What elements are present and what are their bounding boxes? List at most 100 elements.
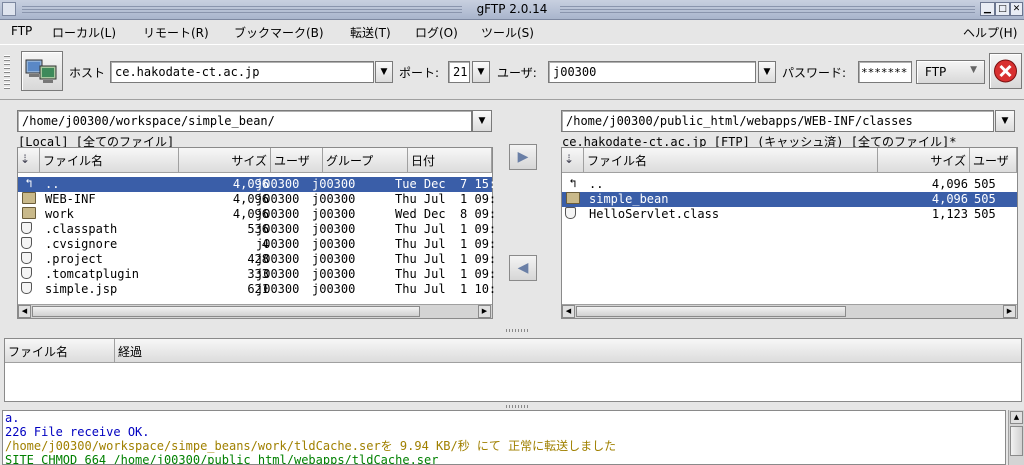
- remote-col-size[interactable]: サイズ: [878, 148, 970, 173]
- local-col-name[interactable]: ファイル名: [40, 148, 179, 173]
- local-hscrollbar[interactable]: ◀ ▶: [18, 304, 492, 318]
- menu-help[interactable]: ヘルプ(H): [963, 24, 1017, 41]
- host-input[interactable]: ce.hakodate-ct.ac.jp: [110, 61, 374, 83]
- log-line: a.: [5, 411, 20, 425]
- remote-file-row[interactable]: ↰ .. 4,096 505: [562, 177, 1017, 192]
- local-file-row[interactable]: WEB-INF 4,096 j00300 j00300 Thu Jul 1 09…: [18, 192, 496, 207]
- menu-tools[interactable]: ツール(S): [481, 24, 534, 41]
- remote-path-input[interactable]: /home/j00300/public_html/webapps/WEB-INF…: [561, 110, 994, 132]
- scroll-left-icon[interactable]: ◀: [562, 305, 575, 318]
- file-group: j00300: [312, 207, 356, 221]
- file-date: Thu Jul 1 09:: [395, 252, 497, 266]
- scroll-left-icon[interactable]: ◀: [18, 305, 31, 318]
- title-bar[interactable]: gFTP 2.0.14 ▁ □ ✕: [0, 0, 1024, 20]
- file-date: Wed Dec 8 09:: [395, 207, 497, 221]
- maximize-icon[interactable]: □: [995, 2, 1010, 16]
- folder-icon: [22, 192, 36, 204]
- local-file-row[interactable]: .classpath 536 j00300 j00300 Thu Jul 1 0…: [18, 222, 496, 237]
- window-title: gFTP 2.0.14: [476, 2, 548, 16]
- remote-col-user[interactable]: ユーザ: [970, 148, 1017, 173]
- user-dropdown-icon[interactable]: ▼: [758, 61, 776, 83]
- log-splitter-grip[interactable]: [506, 405, 530, 408]
- local-file-row[interactable]: work 4,096 j00300 j00300 Wed Dec 8 09:: [18, 207, 496, 222]
- local-scroll-thumb[interactable]: [32, 306, 420, 317]
- password-input[interactable]: *******: [858, 61, 912, 83]
- menu-ftp[interactable]: FTP: [11, 24, 32, 38]
- log-scroll-thumb[interactable]: [1010, 426, 1023, 456]
- transfer-col-progress[interactable]: 経過: [115, 339, 1021, 363]
- file-user: j00300: [256, 222, 300, 236]
- file-user: j00300: [256, 237, 300, 251]
- file-name: simple_bean: [589, 192, 669, 206]
- user-input[interactable]: j00300: [548, 61, 756, 83]
- menu-remote[interactable]: リモート(R): [143, 24, 209, 41]
- file-date: Thu Jul 1 09:: [395, 267, 497, 281]
- file-size: 1,123: [931, 207, 968, 221]
- local-file-list: ⇣ ファイル名 サイズ ユーザ グループ 日付 ↰ .. 4,096 j0030…: [17, 147, 496, 319]
- close-window-icon[interactable]: ✕: [1010, 2, 1023, 16]
- up-dir-icon: ↰: [569, 176, 577, 190]
- scroll-up-icon[interactable]: ▲: [1010, 411, 1023, 424]
- local-file-row[interactable]: ↰ .. 4,096 j00300 j00300 Tue Dec 7 15:: [18, 176, 496, 192]
- port-dropdown-icon[interactable]: ▼: [472, 61, 490, 83]
- local-col-size[interactable]: サイズ: [179, 148, 271, 173]
- file-date: Thu Jul 1 09:: [395, 192, 497, 206]
- host-dropdown-icon[interactable]: ▼: [375, 61, 393, 83]
- menu-local[interactable]: ローカル(L): [52, 24, 116, 41]
- download-left-button[interactable]: ◀: [509, 255, 537, 281]
- file-date: Thu Jul 1 10:: [395, 282, 497, 296]
- local-file-row[interactable]: .cvsignore 4 j00300 j00300 Thu Jul 1 09:: [18, 237, 496, 252]
- scroll-right-icon[interactable]: ▶: [478, 305, 491, 318]
- pane-splitter-grip[interactable]: [506, 329, 530, 332]
- protocol-select[interactable]: FTP ▼: [916, 60, 985, 84]
- file-name: WEB-INF: [45, 192, 96, 206]
- file-date: Thu Jul 1 09:: [395, 237, 497, 251]
- remote-file-row[interactable]: HelloServlet.class 1,123 505: [562, 207, 1017, 222]
- transfer-col-filename[interactable]: ファイル名: [5, 339, 115, 363]
- remote-sort-icon[interactable]: ⇣: [562, 148, 584, 173]
- disconnect-button[interactable]: [989, 53, 1022, 89]
- local-file-row[interactable]: .project 428 j00300 j00300 Thu Jul 1 09:: [18, 252, 496, 267]
- file-user: 505: [974, 207, 996, 221]
- connect-button[interactable]: [21, 51, 63, 91]
- file-name: ..: [589, 177, 604, 191]
- file-user: j00300: [256, 207, 300, 221]
- remote-scroll-thumb[interactable]: [576, 306, 846, 317]
- local-col-user[interactable]: ユーザ: [271, 148, 323, 173]
- local-col-date[interactable]: 日付: [408, 148, 492, 173]
- remote-path-dropdown-icon[interactable]: ▼: [995, 110, 1015, 132]
- port-input[interactable]: 21: [448, 61, 470, 83]
- file-group: j00300: [312, 252, 356, 266]
- local-path-input[interactable]: /home/j00300/workspace/simple_bean/: [17, 110, 472, 132]
- local-col-group[interactable]: グループ: [323, 148, 408, 173]
- log-vscrollbar[interactable]: ▲: [1008, 410, 1024, 465]
- menu-log[interactable]: ログ(O): [415, 24, 458, 41]
- file-size: 4,096: [931, 192, 968, 206]
- file-group: j00300: [312, 177, 356, 191]
- remote-file-row[interactable]: simple_bean 4,096 505: [562, 192, 1017, 207]
- menu-transfer[interactable]: 転送(T): [350, 24, 391, 41]
- log-view[interactable]: a. 226 File receive OK. /home/j00300/wor…: [2, 410, 1006, 465]
- scroll-right-icon[interactable]: ▶: [1003, 305, 1016, 318]
- up-dir-icon: ↰: [25, 176, 33, 190]
- minimize-icon[interactable]: ▁: [980, 2, 995, 16]
- file-name: work: [45, 207, 74, 221]
- file-icon: [21, 282, 32, 294]
- local-file-row[interactable]: simple.jsp 621 j00300 j00300 Thu Jul 1 1…: [18, 282, 496, 297]
- file-size: 4,096: [931, 177, 968, 191]
- file-icon: [21, 267, 32, 279]
- toolbar-handle[interactable]: [4, 55, 10, 91]
- local-file-row[interactable]: .tomcatplugin 333 j00300 j00300 Thu Jul …: [18, 267, 496, 282]
- local-sort-icon[interactable]: ⇣: [18, 148, 40, 173]
- menu-bookmarks[interactable]: ブックマーク(B): [234, 24, 324, 41]
- file-user: j00300: [256, 192, 300, 206]
- file-icon: [21, 237, 32, 249]
- upload-right-button[interactable]: ▶: [509, 144, 537, 170]
- file-user: j00300: [256, 267, 300, 281]
- local-path-dropdown-icon[interactable]: ▼: [472, 110, 492, 132]
- user-label: ユーザ:: [497, 66, 537, 80]
- remote-file-list: ⇣ ファイル名 サイズ ユーザ ↰ .. 4,096 505 simple_be…: [561, 147, 1018, 319]
- remote-col-name[interactable]: ファイル名: [584, 148, 878, 173]
- file-name: .project: [45, 252, 103, 266]
- remote-hscrollbar[interactable]: ◀ ▶: [562, 304, 1017, 318]
